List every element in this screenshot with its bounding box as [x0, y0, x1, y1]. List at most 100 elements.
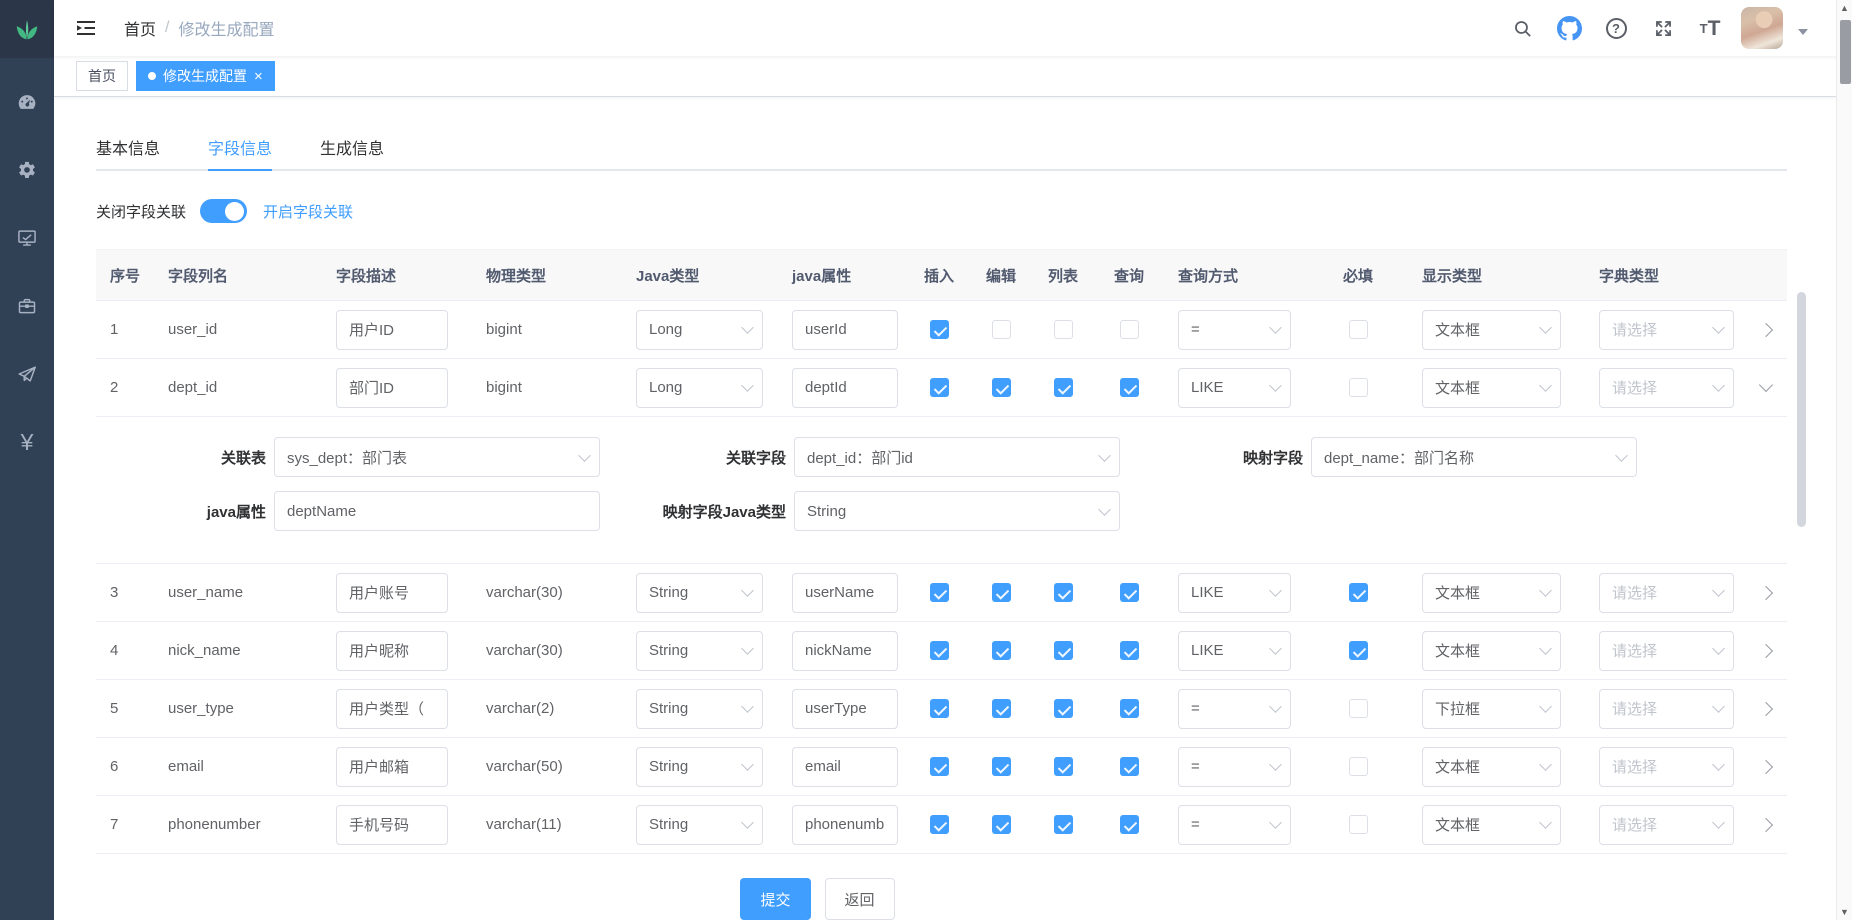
java-attr-input[interactable]: [792, 368, 898, 408]
query-checkbox[interactable]: [1120, 815, 1139, 834]
page-scrollbar[interactable]: [1836, 0, 1852, 920]
mapping-field-select[interactable]: dept_name：部门名称: [1311, 437, 1637, 477]
required-checkbox[interactable]: [1349, 583, 1368, 602]
query-checkbox[interactable]: [1120, 699, 1139, 718]
list-checkbox[interactable]: [1054, 757, 1073, 776]
tab-basic-info[interactable]: 基本信息: [96, 127, 160, 169]
edit-checkbox[interactable]: [992, 641, 1011, 660]
page-scrollbar-thumb[interactable]: [1840, 20, 1851, 84]
edit-checkbox[interactable]: [992, 378, 1011, 397]
java-attr-input[interactable]: [792, 689, 898, 729]
table-scrollbar-thumb[interactable]: [1797, 292, 1806, 527]
scroll-down-arrow-icon[interactable]: [1837, 907, 1852, 917]
column-desc-input[interactable]: [336, 805, 448, 845]
display-type-select[interactable]: 文本框: [1422, 805, 1561, 845]
column-desc-input[interactable]: [336, 689, 448, 729]
display-type-select[interactable]: 文本框: [1422, 573, 1561, 613]
collapse-row-icon[interactable]: [1759, 378, 1773, 392]
display-type-select[interactable]: 文本框: [1422, 310, 1561, 350]
java-attr-input[interactable]: [792, 573, 898, 613]
yen-icon[interactable]: [0, 408, 54, 476]
search-icon[interactable]: [1506, 11, 1538, 45]
edit-checkbox[interactable]: [992, 757, 1011, 776]
monitor-chart-icon[interactable]: [0, 204, 54, 272]
expand-row-icon[interactable]: [1759, 817, 1773, 831]
tab-field-info[interactable]: 字段信息: [208, 127, 272, 169]
query-checkbox[interactable]: [1120, 320, 1139, 339]
java-type-select[interactable]: String: [636, 573, 763, 613]
display-type-select[interactable]: 文本框: [1422, 631, 1561, 671]
expand-row-icon[interactable]: [1759, 643, 1773, 657]
java-type-select[interactable]: String: [636, 689, 763, 729]
display-type-select[interactable]: 文本框: [1422, 747, 1561, 787]
expand-row-icon[interactable]: [1759, 701, 1773, 715]
fullscreen-icon[interactable]: [1647, 11, 1679, 45]
query-checkbox[interactable]: [1120, 641, 1139, 660]
field-relation-switch[interactable]: [200, 199, 247, 223]
tab-gen-info[interactable]: 生成信息: [320, 127, 384, 169]
required-checkbox[interactable]: [1349, 378, 1368, 397]
query-way-select[interactable]: =: [1178, 805, 1291, 845]
insert-checkbox[interactable]: [930, 699, 949, 718]
column-desc-input[interactable]: [336, 747, 448, 787]
dashboard-icon[interactable]: [0, 68, 54, 136]
required-checkbox[interactable]: [1349, 699, 1368, 718]
list-checkbox[interactable]: [1054, 378, 1073, 397]
github-icon[interactable]: [1553, 11, 1585, 45]
query-way-select[interactable]: LIKE: [1178, 368, 1291, 408]
query-way-select[interactable]: =: [1178, 689, 1291, 729]
edit-checkbox[interactable]: [992, 320, 1011, 339]
dict-type-select[interactable]: 请选择: [1599, 631, 1734, 671]
java-type-select[interactable]: String: [636, 631, 763, 671]
column-desc-input[interactable]: [336, 631, 448, 671]
required-checkbox[interactable]: [1349, 757, 1368, 776]
edit-checkbox[interactable]: [992, 815, 1011, 834]
expand-row-icon[interactable]: [1759, 585, 1773, 599]
dict-type-select[interactable]: 请选择: [1599, 368, 1734, 408]
relation-table-select[interactable]: sys_dept：部门表: [274, 437, 600, 477]
java-type-select[interactable]: Long: [636, 368, 763, 408]
tag-close-icon[interactable]: [254, 69, 263, 84]
dict-type-select[interactable]: 请选择: [1599, 573, 1734, 613]
list-checkbox[interactable]: [1054, 320, 1073, 339]
toggle-active-label[interactable]: 开启字段关联: [263, 201, 353, 222]
scroll-up-arrow-icon[interactable]: [1837, 3, 1852, 13]
java-type-select[interactable]: String: [636, 805, 763, 845]
mapping-java-attr-input[interactable]: [274, 491, 600, 531]
dict-type-select[interactable]: 请选择: [1599, 310, 1734, 350]
query-way-select[interactable]: =: [1178, 310, 1291, 350]
java-attr-input[interactable]: [792, 805, 898, 845]
back-button[interactable]: 返回: [825, 878, 895, 920]
expand-row-icon[interactable]: [1759, 322, 1773, 336]
java-attr-input[interactable]: [792, 310, 898, 350]
required-checkbox[interactable]: [1349, 815, 1368, 834]
dict-type-select[interactable]: 请选择: [1599, 689, 1734, 729]
list-checkbox[interactable]: [1054, 641, 1073, 660]
display-type-select[interactable]: 下拉框: [1422, 689, 1561, 729]
sidebar-toggle-icon[interactable]: [74, 15, 100, 41]
expand-row-icon[interactable]: [1759, 759, 1773, 773]
edit-checkbox[interactable]: [992, 699, 1011, 718]
java-attr-input[interactable]: [792, 747, 898, 787]
font-size-icon[interactable]: TT: [1694, 11, 1726, 45]
query-checkbox[interactable]: [1120, 378, 1139, 397]
tag-home[interactable]: 首页: [76, 61, 128, 91]
user-menu-caret-icon[interactable]: [1798, 29, 1808, 35]
insert-checkbox[interactable]: [930, 815, 949, 834]
column-desc-input[interactable]: [336, 310, 448, 350]
breadcrumb-home[interactable]: 首页: [124, 16, 156, 40]
list-checkbox[interactable]: [1054, 815, 1073, 834]
list-checkbox[interactable]: [1054, 583, 1073, 602]
list-checkbox[interactable]: [1054, 699, 1073, 718]
query-way-select[interactable]: LIKE: [1178, 573, 1291, 613]
help-icon[interactable]: [1600, 11, 1632, 45]
query-way-select[interactable]: LIKE: [1178, 631, 1291, 671]
insert-checkbox[interactable]: [930, 320, 949, 339]
java-attr-input[interactable]: [792, 631, 898, 671]
dict-type-select[interactable]: 请选择: [1599, 805, 1734, 845]
toolbox-icon[interactable]: [0, 272, 54, 340]
column-desc-input[interactable]: [336, 368, 448, 408]
query-way-select[interactable]: =: [1178, 747, 1291, 787]
query-checkbox[interactable]: [1120, 757, 1139, 776]
column-desc-input[interactable]: [336, 573, 448, 613]
